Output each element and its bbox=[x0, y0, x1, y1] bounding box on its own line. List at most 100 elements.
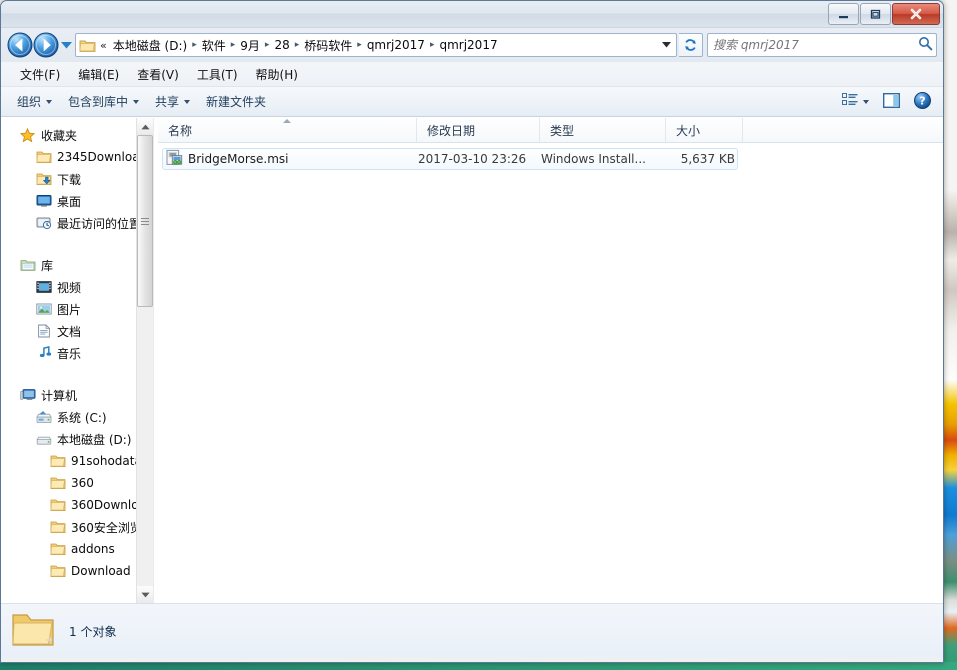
refresh-button[interactable] bbox=[679, 33, 703, 57]
breadcrumb-item-0[interactable]: 本地磁盘 (D:) bbox=[110, 36, 190, 55]
file-type-cell: Windows Install... bbox=[541, 152, 646, 166]
sidebar-item-system-c[interactable]: 系统 (C:) bbox=[1, 406, 153, 428]
navigation-pane-scrollbar[interactable] bbox=[136, 118, 153, 603]
table-row[interactable]: BridgeMorse.msi 2017-03-10 23:26 Windows… bbox=[162, 148, 738, 170]
sidebar-item-download[interactable]: Download bbox=[1, 560, 153, 582]
file-list-pane: 名称 修改日期 类型 大小 BridgeMorse.msi 2017-03-10… bbox=[158, 118, 943, 603]
breadcrumb: 本地磁盘 (D:) ▸ 软件 ▸ 9月 ▸ 28 ▸ 桥码软件 ▸ qmrj20… bbox=[110, 36, 658, 55]
column-header-type[interactable]: 类型 bbox=[540, 118, 666, 142]
share-button[interactable]: 共享 bbox=[147, 89, 198, 114]
window-controls bbox=[828, 3, 940, 25]
maximize-button[interactable] bbox=[860, 3, 891, 25]
organize-label: 组织 bbox=[17, 95, 42, 109]
nav-label: 系统 (C:) bbox=[57, 410, 107, 425]
nav-group-libraries[interactable]: 库 bbox=[1, 254, 153, 276]
command-bar-right: ? bbox=[836, 89, 943, 115]
sidebar-item-recent-places[interactable]: 最近访问的位置 bbox=[1, 212, 153, 234]
sidebar-item-91sohodata[interactable]: 91sohodata bbox=[1, 450, 153, 472]
sidebar-item-addons[interactable]: addons bbox=[1, 538, 153, 560]
breadcrumb-sep-5[interactable]: ▸ bbox=[428, 40, 437, 50]
navigation-bar: « 本地磁盘 (D:) ▸ 软件 ▸ 9月 ▸ 28 ▸ 桥码软件 ▸ qmrj… bbox=[1, 28, 943, 62]
search-icon[interactable] bbox=[918, 36, 933, 54]
menu-file[interactable]: 文件(F) bbox=[11, 63, 69, 86]
menu-view[interactable]: 查看(V) bbox=[128, 63, 188, 86]
address-bar[interactable]: « 本地磁盘 (D:) ▸ 软件 ▸ 9月 ▸ 28 ▸ 桥码软件 ▸ qmrj… bbox=[75, 33, 677, 57]
organize-button[interactable]: 组织 bbox=[9, 89, 60, 114]
sidebar-item-360[interactable]: 360 bbox=[1, 472, 153, 494]
breadcrumb-sep-1[interactable]: ▸ bbox=[229, 40, 238, 50]
recent-places-icon bbox=[35, 215, 52, 231]
sidebar-item-desktop[interactable]: 桌面 bbox=[1, 190, 153, 212]
sidebar-item-360-browser-downloads[interactable]: 360安全浏览器下载 bbox=[1, 516, 153, 538]
desktop-icon bbox=[35, 193, 52, 209]
sidebar-item-local-disk-d[interactable]: 本地磁盘 (D:) bbox=[1, 428, 153, 450]
chevron-down-icon bbox=[133, 99, 140, 104]
sidebar-item-downloads[interactable]: 下载 bbox=[1, 168, 153, 190]
change-view-button[interactable] bbox=[836, 90, 875, 113]
breadcrumb-sep-4[interactable]: ▸ bbox=[355, 40, 364, 50]
nav-group-computer[interactable]: 计算机 bbox=[1, 384, 153, 406]
column-header-name[interactable]: 名称 bbox=[158, 118, 417, 142]
breadcrumb-sep-2[interactable]: ▸ bbox=[263, 40, 272, 50]
new-folder-button[interactable]: 新建文件夹 bbox=[198, 89, 274, 114]
list-view-icon bbox=[842, 93, 858, 110]
sidebar-item-2345downloads[interactable]: 2345Downloads bbox=[1, 146, 153, 168]
preview-pane-button[interactable] bbox=[877, 90, 906, 114]
status-text: 1 个对象 bbox=[69, 624, 117, 639]
include-in-library-button[interactable]: 包含到库中 bbox=[60, 89, 147, 114]
breadcrumb-item-2[interactable]: 9月 bbox=[237, 36, 263, 55]
svg-text:?: ? bbox=[919, 94, 925, 107]
sidebar-item-documents[interactable]: 文档 bbox=[1, 320, 153, 342]
breadcrumb-item-1[interactable]: 软件 bbox=[199, 36, 229, 55]
recent-pages-dropdown[interactable] bbox=[59, 32, 73, 58]
scrollbar-grip-icon bbox=[141, 216, 149, 227]
scroll-down-button[interactable] bbox=[137, 586, 153, 603]
nav-label: 文档 bbox=[57, 324, 82, 339]
column-header-size[interactable]: 大小 bbox=[666, 118, 743, 142]
local-drive-icon bbox=[35, 431, 52, 447]
chevron-down-icon[interactable] bbox=[658, 42, 674, 48]
breadcrumb-sep-3[interactable]: ▸ bbox=[293, 40, 302, 50]
nav-label: 音乐 bbox=[57, 346, 82, 361]
share-label: 共享 bbox=[155, 95, 180, 109]
scrollbar-thumb[interactable] bbox=[137, 135, 153, 307]
nav-label: 图片 bbox=[57, 302, 82, 317]
column-header-date-modified[interactable]: 修改日期 bbox=[417, 118, 540, 142]
search-box[interactable] bbox=[707, 33, 937, 57]
help-button[interactable]: ? bbox=[908, 89, 937, 115]
menu-tools[interactable]: 工具(T) bbox=[188, 63, 247, 86]
minimize-button[interactable] bbox=[828, 3, 859, 25]
sidebar-item-videos[interactable]: 视频 bbox=[1, 276, 153, 298]
scroll-up-button[interactable] bbox=[137, 118, 153, 135]
sidebar-item-music[interactable]: 音乐 bbox=[1, 342, 153, 364]
command-bar: 组织 包含到库中 共享 新建文件夹 ? bbox=[1, 87, 943, 117]
breadcrumb-item-5[interactable]: qmrj2017 bbox=[364, 37, 428, 53]
breadcrumb-item-6[interactable]: qmrj2017 bbox=[436, 37, 500, 53]
breadcrumb-item-4[interactable]: 桥码软件 bbox=[301, 36, 355, 55]
file-date-cell: 2017-03-10 23:26 bbox=[418, 152, 527, 166]
forward-button[interactable] bbox=[33, 32, 59, 58]
desktop-taskbar-strip bbox=[0, 662, 957, 670]
music-icon bbox=[35, 345, 52, 361]
menu-help[interactable]: 帮助(H) bbox=[247, 63, 307, 86]
nav-label: addons bbox=[71, 542, 115, 556]
sidebar-item-pictures[interactable]: 图片 bbox=[1, 298, 153, 320]
folder-icon bbox=[35, 149, 52, 165]
column-label: 类型 bbox=[550, 123, 575, 138]
close-button[interactable] bbox=[892, 3, 940, 25]
menu-edit[interactable]: 编辑(E) bbox=[69, 63, 128, 86]
msi-installer-icon bbox=[166, 149, 183, 169]
breadcrumb-overflow[interactable]: « bbox=[99, 39, 110, 52]
sidebar-item-360downloads[interactable]: 360Downloads bbox=[1, 494, 153, 516]
search-input[interactable] bbox=[711, 37, 918, 53]
breadcrumb-item-3[interactable]: 28 bbox=[271, 37, 292, 53]
nav-label: 库 bbox=[41, 258, 54, 273]
downloads-folder-icon bbox=[35, 171, 52, 187]
nav-group-favorites[interactable]: 收藏夹 bbox=[1, 124, 153, 146]
breadcrumb-sep-0[interactable]: ▸ bbox=[190, 40, 199, 50]
back-button[interactable] bbox=[7, 32, 33, 58]
explorer-window: « 本地磁盘 (D:) ▸ 软件 ▸ 9月 ▸ 28 ▸ 桥码软件 ▸ qmrj… bbox=[0, 0, 944, 663]
